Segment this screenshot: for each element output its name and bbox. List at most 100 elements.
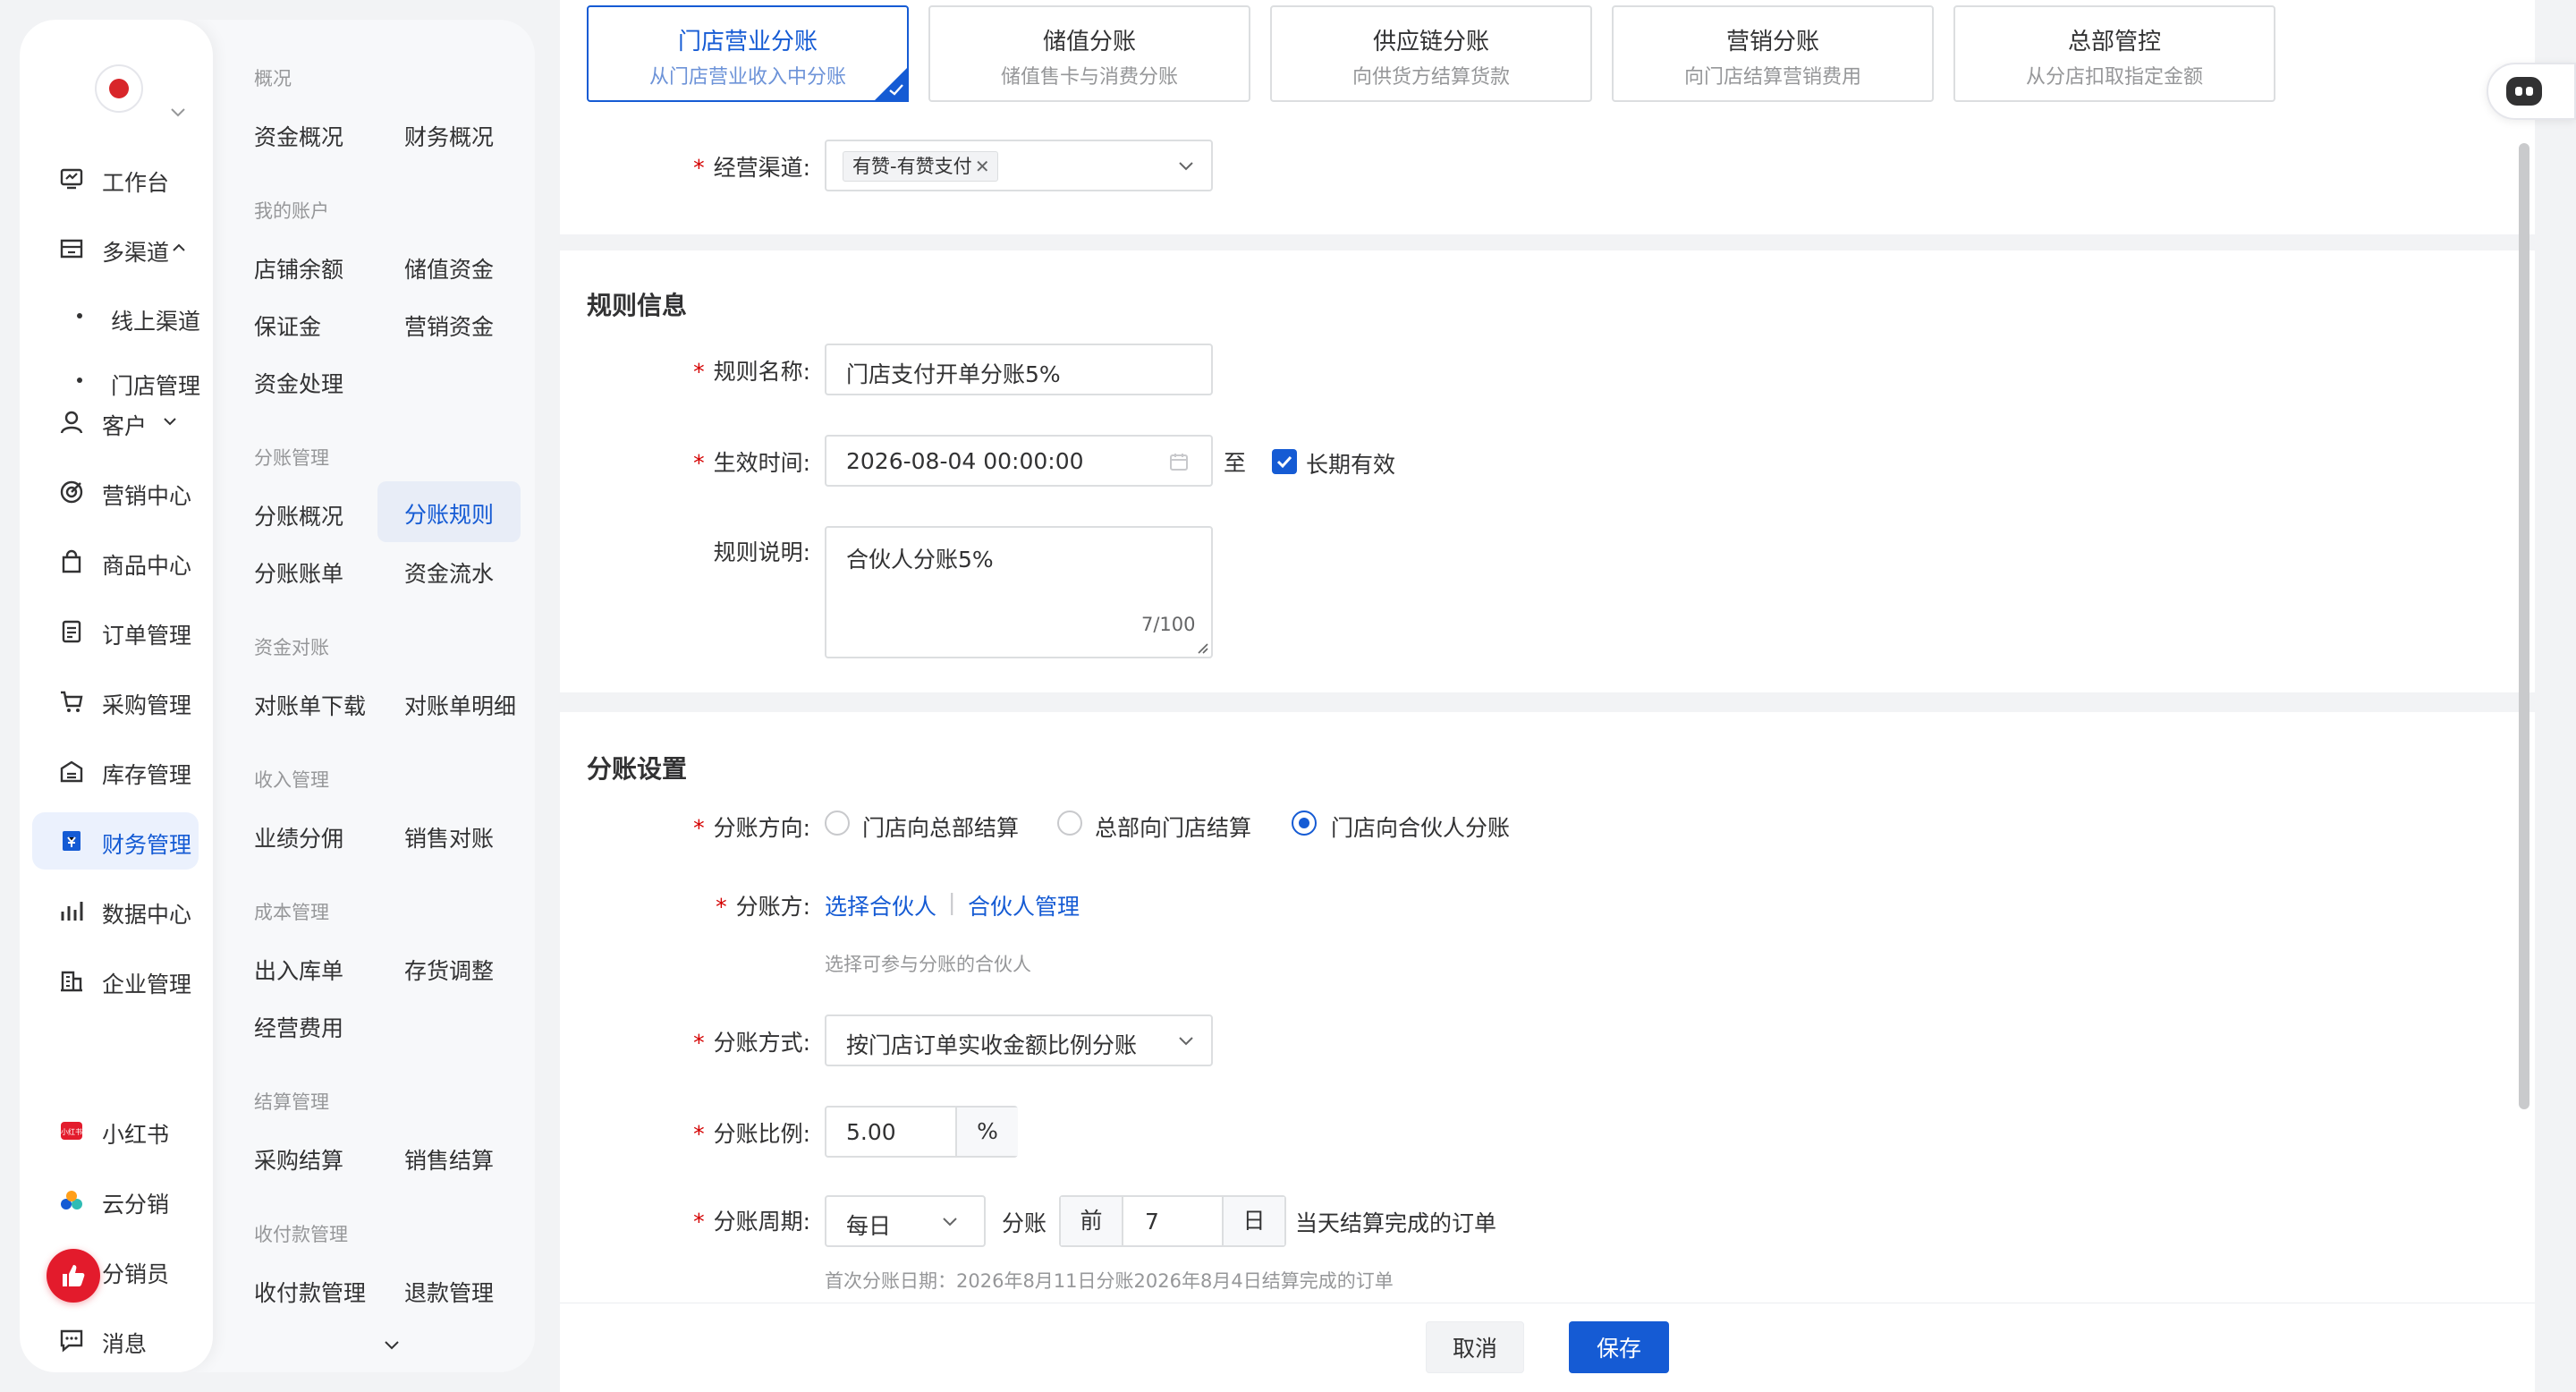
subnav-link[interactable]: 保证金	[240, 299, 335, 352]
sidebar-item-label: 商品中心	[102, 553, 192, 579]
tab-title: 门店营业分账	[677, 29, 818, 55]
channel-select[interactable]: 有赞-有赞支付 ✕	[825, 140, 1213, 191]
tab-supply-chain-split[interactable]: 供应链分账 向供货方结算货款	[1270, 5, 1592, 102]
sidebar-item-label: 工作台	[102, 170, 170, 196]
subnav-link[interactable]: 经营费用	[240, 1000, 358, 1054]
section-title: 收入管理	[254, 769, 329, 791]
rule-name-input[interactable]: 门店支付开单分账5%	[825, 344, 1213, 395]
tab-hq-control[interactable]: 总部管控 从分店扣取指定金额	[1953, 5, 2275, 102]
split-method-select[interactable]: 按门店订单实收金额比例分账	[825, 1014, 1213, 1066]
radio-label[interactable]: 门店向合伙人分账	[1331, 811, 1510, 843]
long-term-checkbox[interactable]	[1272, 449, 1297, 474]
tag-close-icon[interactable]: ✕	[975, 152, 990, 181]
chevron-down-icon[interactable]	[170, 107, 186, 118]
sidebar-item-multichannel[interactable]: 多渠道	[32, 220, 199, 277]
rule-desc-textarea[interactable]: 合伙人分账5% 7/100	[825, 526, 1213, 658]
sidebar-subitem-online-channel[interactable]: 线上渠道	[32, 290, 201, 344]
sidebar-item-purchasing[interactable]: 采购管理	[32, 673, 199, 730]
subnav-link[interactable]: 业绩分佣	[240, 811, 358, 864]
message-icon	[60, 1329, 83, 1353]
link-separator: |	[948, 889, 956, 915]
tab-title: 营销分账	[1725, 29, 1819, 55]
finance-icon	[63, 831, 80, 851]
sidebar-item-data-center[interactable]: 数据中心	[32, 882, 199, 939]
partner-management-link[interactable]: 合伙人管理	[968, 889, 1080, 921]
subnav-link[interactable]: 店铺余额	[240, 242, 358, 295]
subnav-link[interactable]: 对账单下载	[240, 678, 380, 732]
secondary-sidebar: 概况 资金概况 财务概况 我的账户 店铺余额 储值资金 保证金 营销资金 资金处…	[213, 20, 535, 1372]
select-partner-link[interactable]: 选择合伙人	[825, 889, 936, 921]
vertical-scrollbar[interactable]	[2519, 143, 2529, 1109]
start-time-picker[interactable]: 2026-08-04 00:00:00	[825, 435, 1213, 487]
subnav-link[interactable]: 资金处理	[240, 356, 358, 410]
radio-label[interactable]: 门店向总部结算	[862, 811, 1019, 843]
sidebar-item-finance[interactable]: 财务管理	[32, 812, 199, 870]
tab-stored-value-split[interactable]: 储值分账 储值售卡与消费分账	[928, 5, 1250, 102]
sidebar-item-cloud-distribution[interactable]: 云分销	[32, 1172, 199, 1229]
cancel-button[interactable]: 取消	[1426, 1321, 1524, 1373]
like-floating-button[interactable]	[47, 1249, 100, 1303]
char-count: 7/100	[1141, 614, 1196, 635]
target-icon	[60, 480, 83, 504]
days-prefix-addon: 前	[1061, 1197, 1123, 1245]
subnav-link[interactable]: 财务概况	[390, 109, 508, 163]
cycle-days-input[interactable]: 前 7 日	[1059, 1195, 1286, 1247]
chevron-up-icon	[173, 243, 185, 251]
sidebar-item-orders[interactable]: 订单管理	[32, 603, 199, 660]
subnav-link[interactable]: 销售结算	[390, 1133, 508, 1186]
chevron-down-icon[interactable]	[383, 1340, 401, 1351]
channel-tag-text: 有赞-有赞支付	[852, 156, 972, 177]
cart-icon	[61, 691, 83, 712]
sidebar-item-messages[interactable]: 消息	[32, 1311, 199, 1369]
split-ratio-input[interactable]: 5.00 %	[825, 1106, 1018, 1158]
subnav-link[interactable]: 采购结算	[240, 1133, 358, 1186]
subnav-link[interactable]: 分账账单	[240, 546, 358, 599]
subnav-link[interactable]: 营销资金	[390, 299, 508, 352]
tab-desc: 向门店结算营销费用	[1683, 66, 1861, 89]
subnav-link[interactable]: 分账概况	[240, 488, 358, 542]
sidebar-item-products[interactable]: 商品中心	[32, 533, 199, 590]
subnav-link[interactable]: 资金流水	[390, 546, 508, 599]
direction-label: * 分账方向:	[693, 815, 810, 841]
radio-hq-to-store[interactable]	[1057, 811, 1082, 836]
radio-label[interactable]: 总部向门店结算	[1095, 811, 1251, 843]
tab-marketing-split[interactable]: 营销分账 向门店结算营销费用	[1612, 5, 1934, 102]
cloud-distribution-icon	[61, 1191, 82, 1210]
subnav-link[interactable]: 销售对账	[390, 811, 508, 864]
sidebar-item-label: 库存管理	[102, 762, 192, 788]
save-button[interactable]: 保存	[1569, 1321, 1669, 1373]
sidebar-item-marketing[interactable]: 营销中心	[32, 463, 199, 521]
long-term-label[interactable]: 长期有效	[1306, 447, 1395, 480]
radio-store-to-partner[interactable]	[1292, 811, 1317, 836]
sidebar-item-customer[interactable]: 客户	[32, 394, 199, 451]
subnav-link[interactable]: 储值资金	[390, 242, 508, 295]
sidebar-item-label: 订单管理	[102, 623, 192, 649]
sidebar-item-enterprise[interactable]: 企业管理	[32, 952, 199, 1009]
tab-store-revenue-split[interactable]: 门店营业分账 从门店营业收入中分账	[587, 5, 909, 102]
subnav-link[interactable]: 对账单明细	[390, 678, 530, 732]
resize-handle-icon[interactable]	[1195, 641, 1209, 655]
sidebar-item-label: 线上渠道	[111, 309, 201, 335]
section-heading: 分账设置	[587, 754, 688, 784]
section-title: 概况	[254, 68, 292, 89]
sidebar-item-inventory[interactable]: 库存管理	[32, 743, 199, 800]
cycle-select[interactable]: 每日	[825, 1195, 986, 1247]
subnav-link[interactable]: 退款管理	[390, 1265, 508, 1319]
subnav-link-split-rules[interactable]: 分账规则	[377, 481, 521, 542]
sidebar-item-xiaohongshu[interactable]: 小红书 小红书	[32, 1102, 199, 1159]
subnav-link[interactable]: 收付款管理	[240, 1265, 380, 1319]
store-icon	[60, 239, 83, 259]
assistant-robot-button[interactable]	[2487, 63, 2576, 120]
subnav-link[interactable]: 出入库单	[240, 943, 358, 997]
sidebar-item-workbench[interactable]: 工作台	[32, 150, 199, 208]
subnav-link[interactable]: 存货调整	[390, 943, 508, 997]
sidebar-item-label: 数据中心	[102, 902, 192, 928]
shop-avatar[interactable]	[95, 64, 143, 113]
sidebar-item-label: 企业管理	[102, 972, 192, 997]
section-title: 成本管理	[254, 902, 329, 923]
section-title: 结算管理	[254, 1091, 329, 1113]
radio-store-to-hq[interactable]	[825, 811, 850, 836]
bag-icon	[62, 549, 81, 573]
check-icon	[1276, 455, 1292, 469]
subnav-link[interactable]: 资金概况	[240, 109, 358, 163]
